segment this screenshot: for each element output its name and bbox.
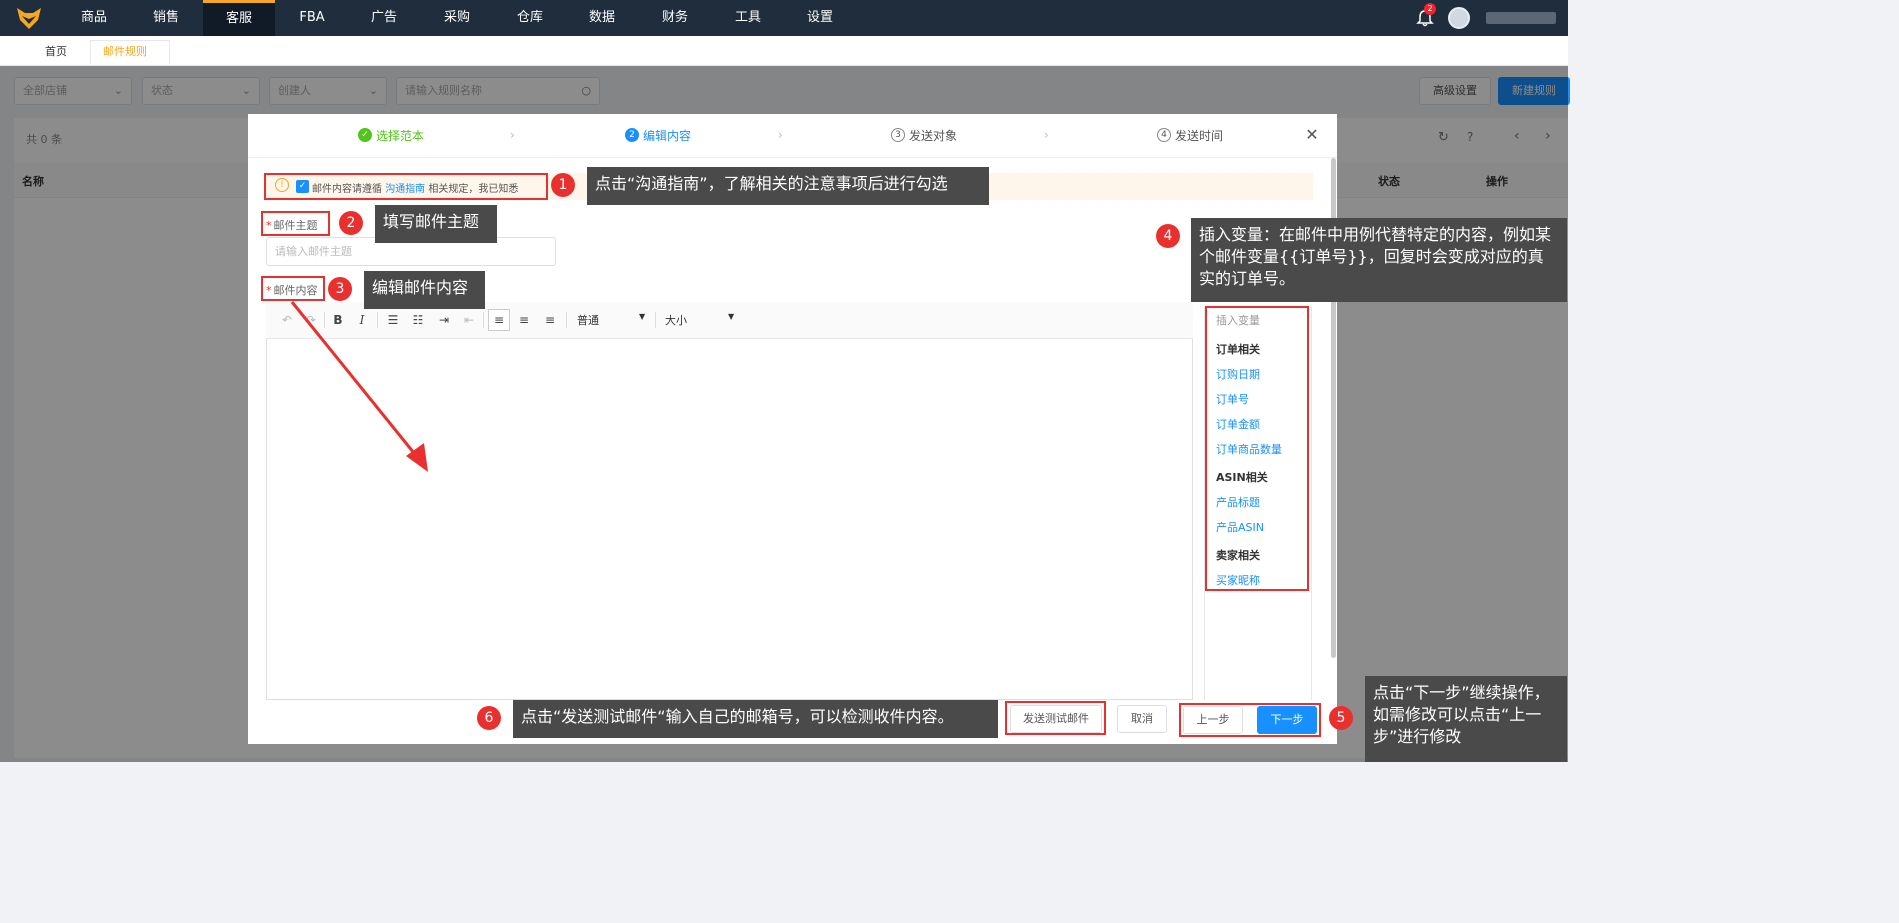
agree-checkbox[interactable]: ✓	[296, 180, 309, 193]
chevron-right-icon: ›	[1044, 128, 1049, 142]
step-select-template[interactable]: ✓ 选择范本	[358, 128, 424, 144]
nav-item[interactable]: 客服	[203, 0, 275, 36]
notification-badge: 2	[1424, 3, 1436, 15]
align-center-icon[interactable]: ≡	[515, 311, 533, 329]
toolbar-divider	[566, 312, 567, 328]
bullet-list-icon[interactable]: ☷	[409, 311, 427, 329]
avatar[interactable]	[1448, 7, 1470, 29]
italic-icon[interactable]: I	[353, 311, 371, 329]
nav-item[interactable]: 工具	[712, 0, 784, 36]
highlight-box-2	[261, 211, 330, 236]
nav-item[interactable]: 仓库	[494, 0, 566, 36]
toolbar-divider	[324, 312, 325, 328]
var-order-id[interactable]: 订单号	[1216, 391, 1249, 407]
step-label: 选择范本	[376, 129, 425, 143]
callout-number-6: 6	[477, 706, 501, 730]
toolbar-divider	[655, 312, 656, 328]
caret-down-icon: ▼	[728, 312, 735, 321]
var-order-qty[interactable]: 订单商品数量	[1216, 441, 1282, 457]
callout-number-1: 1	[551, 173, 575, 197]
var-product-asin[interactable]: 产品ASIN	[1216, 519, 1264, 535]
tab-label: 邮件规则	[103, 45, 147, 58]
highlight-box-3	[261, 276, 325, 301]
var-product-title[interactable]: 产品标题	[1216, 494, 1260, 510]
step-number: 3	[891, 128, 905, 142]
nav-item[interactable]: 采购	[421, 0, 493, 36]
callout-4: 插入变量：在邮件中用例代替特定的内容，例如某个邮件变量{{订单号}}，回复时会变…	[1191, 218, 1567, 302]
callout-5: 点击“下一步”继续操作，如需修改可以点击“上一步”进行修改	[1365, 676, 1567, 762]
prev-step-button[interactable]: 上一步	[1183, 706, 1243, 734]
close-icon[interactable]: ✕	[1304, 127, 1320, 143]
step-recipients[interactable]: 3 发送对象	[891, 128, 957, 144]
tab-home[interactable]: 首页	[32, 40, 80, 64]
step-edit-content[interactable]: 2 编辑内容	[625, 128, 691, 144]
chevron-right-icon: ›	[778, 128, 783, 142]
callout-number-4: 4	[1156, 224, 1180, 248]
rich-text-editor[interactable]	[266, 302, 1193, 700]
align-left-icon[interactable]: ≡	[488, 309, 510, 331]
var-group-seller: 卖家相关	[1216, 549, 1260, 562]
fox-logo-icon[interactable]	[16, 6, 42, 30]
notice-text: 邮件内容请遵循 沟通指南 相关规定，我已知悉	[312, 180, 518, 195]
step-label: 发送时间	[1175, 129, 1224, 143]
var-buyer-name[interactable]: 买家昵称	[1216, 572, 1260, 588]
ordered-list-icon[interactable]: ☰	[384, 311, 402, 329]
guide-link[interactable]: 沟通指南	[385, 184, 425, 195]
warning-icon: !	[275, 178, 289, 192]
nav-item[interactable]: 数据	[566, 0, 638, 36]
callout-2: 填写邮件主题	[375, 205, 497, 243]
nav-item[interactable]: 销售	[130, 0, 202, 36]
send-test-mail-button[interactable]: 发送测试邮件	[1010, 705, 1102, 733]
tab-mail-rules[interactable]: 邮件规则 ×	[90, 40, 170, 80]
step-label: 编辑内容	[643, 129, 692, 143]
callout-6: 点击“发送测试邮件“输入自己的邮箱号，可以检测收件内容。	[513, 700, 998, 738]
notice-prefix: 邮件内容请遵循	[312, 184, 382, 195]
bold-icon[interactable]: B	[329, 311, 347, 329]
redo-icon[interactable]: ↷	[302, 311, 320, 329]
size-select-value: 大小	[665, 314, 687, 327]
toolbar-divider	[483, 312, 484, 328]
callout-number-3: 3	[328, 277, 352, 301]
callout-number-2: 2	[339, 211, 363, 235]
notice-suffix: 相关规定，我已知悉	[428, 184, 519, 195]
size-select[interactable]: 大小	[665, 312, 687, 328]
outdent-icon[interactable]: ⇤	[460, 311, 478, 329]
callout-number-5: 5	[1329, 706, 1353, 730]
indent-icon[interactable]: ⇥	[435, 311, 453, 329]
toolbar-divider	[377, 312, 378, 328]
callout-3: 编辑邮件内容	[364, 271, 485, 309]
tab-bar	[0, 36, 1568, 66]
next-step-button[interactable]: 下一步	[1257, 706, 1317, 734]
var-group-order: 订单相关	[1216, 343, 1260, 356]
format-select[interactable]: 普通	[577, 312, 599, 328]
callout-1: 点击“沟通指南”，了解相关的注意事项后进行勾选	[587, 167, 989, 205]
var-order-amount[interactable]: 订单金额	[1216, 416, 1260, 432]
var-group-asin: ASIN相关	[1216, 471, 1268, 484]
cancel-button[interactable]: 取消	[1117, 705, 1167, 733]
nav-item[interactable]: FBA	[276, 0, 348, 36]
undo-icon[interactable]: ↶	[278, 311, 296, 329]
step-number: 4	[1157, 128, 1171, 142]
align-right-icon[interactable]: ≡	[541, 311, 559, 329]
chevron-right-icon: ›	[510, 128, 515, 142]
step-label: 发送对象	[909, 129, 958, 143]
step-send-time[interactable]: 4 发送时间	[1157, 128, 1223, 144]
nav-item[interactable]: 设置	[784, 0, 856, 36]
nav-item[interactable]: 广告	[348, 0, 420, 36]
caret-down-icon: ▼	[639, 312, 646, 321]
var-order-date[interactable]: 订购日期	[1216, 366, 1260, 382]
nav-item[interactable]: 商品	[58, 0, 130, 36]
nav-item[interactable]: 财务	[639, 0, 711, 36]
variables-title: 插入变量	[1216, 314, 1260, 327]
step-number: 2	[625, 128, 639, 142]
format-select-value: 普通	[577, 314, 599, 327]
username-redacted[interactable]	[1486, 12, 1556, 24]
check-icon: ✓	[358, 128, 372, 142]
